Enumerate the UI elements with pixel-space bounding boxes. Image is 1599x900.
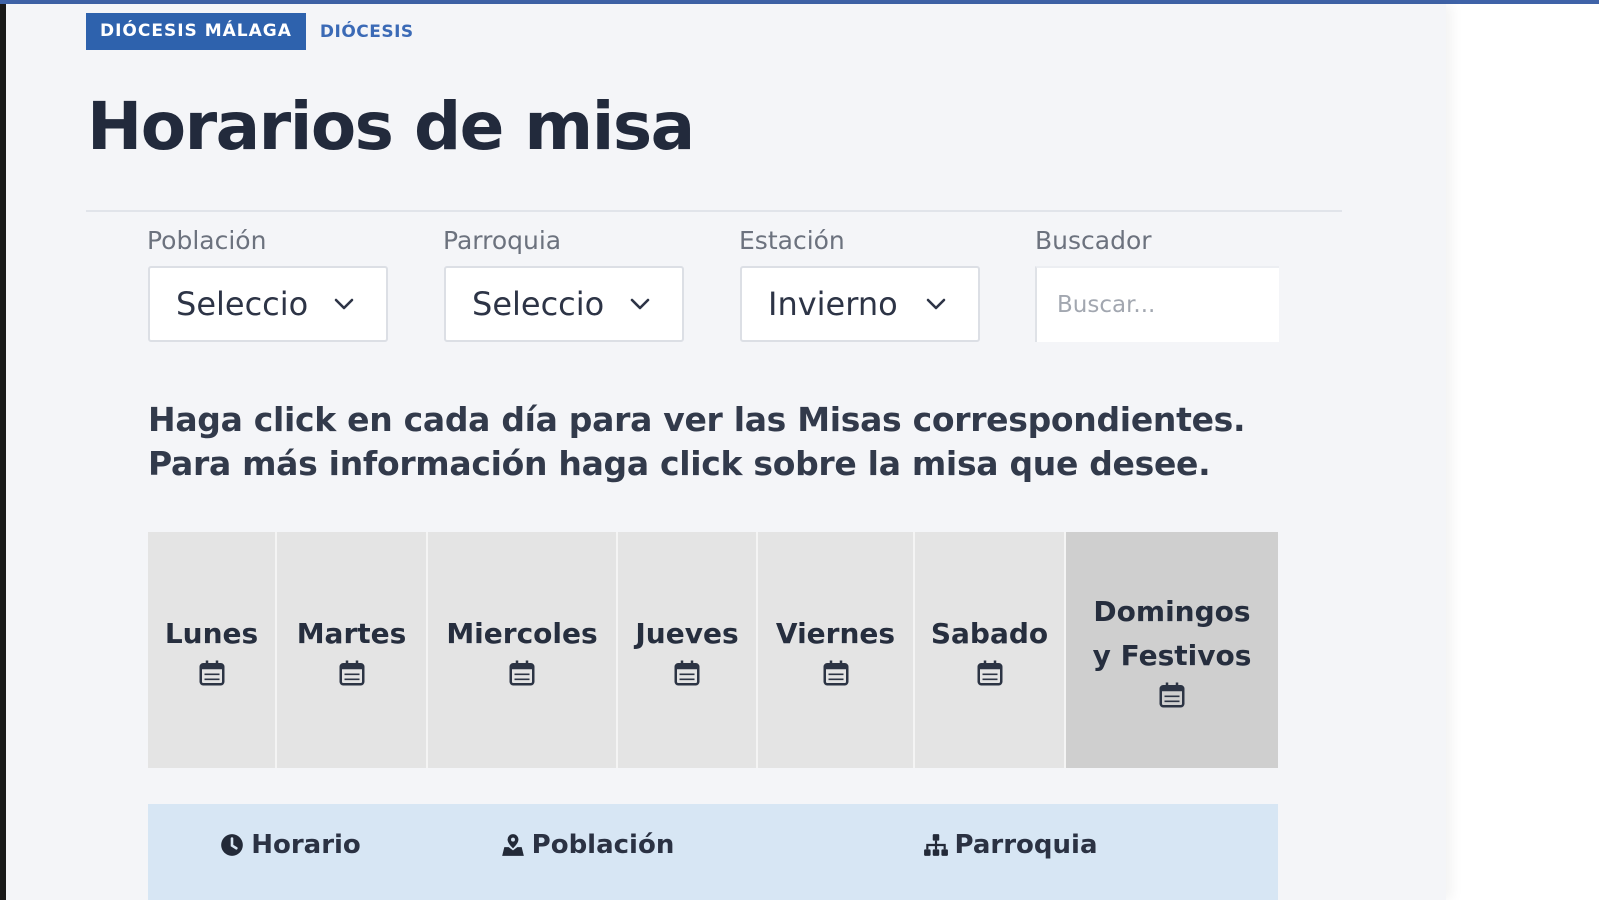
map-icon — [501, 834, 524, 856]
filter-estacion: Estación Invierno — [739, 226, 980, 342]
day-tab-sabado[interactable]: Sabado — [915, 532, 1066, 768]
day-label: Jueves — [635, 617, 739, 650]
calendar-icon — [509, 660, 535, 686]
buscador-label: Buscador — [1035, 226, 1152, 255]
column-label-poblacion: Población — [531, 830, 675, 860]
day-label-line1: Domingos — [1093, 595, 1251, 628]
results-table-header: Horario Población Parroquia — [148, 804, 1278, 900]
day-tab-miercoles[interactable]: Miercoles — [428, 532, 618, 768]
day-label: Martes — [296, 617, 407, 650]
day-tab-lunes[interactable]: Lunes — [148, 532, 277, 768]
page-title: Horarios de misa — [87, 88, 695, 165]
day-label: Sabado — [930, 617, 1049, 650]
breadcrumb-diocesis-malaga[interactable]: DIÓCESIS MÁLAGA — [86, 13, 306, 50]
day-label: Viernes — [775, 617, 896, 650]
estacion-select-value: Invierno — [768, 285, 898, 323]
sitemap-icon — [923, 834, 948, 856]
day-tab-domingos-festivos[interactable]: Domingos y Festivos — [1066, 532, 1278, 768]
days-table: Lunes Martes Miercoles Jueves Viernes Sa… — [148, 532, 1278, 768]
chevron-down-icon — [334, 298, 354, 310]
clock-icon — [221, 834, 244, 856]
column-label-horario: Horario — [251, 830, 361, 860]
search-input[interactable] — [1035, 266, 1279, 342]
estacion-select[interactable]: Invierno — [740, 266, 980, 342]
day-tab-martes[interactable]: Martes — [277, 532, 428, 768]
day-label: Miercoles — [446, 617, 598, 650]
calendar-icon — [674, 660, 700, 686]
day-tab-jueves[interactable]: Jueves — [618, 532, 758, 768]
calendar-icon — [199, 660, 224, 686]
title-divider — [86, 210, 1342, 212]
parroquia-select[interactable]: Seleccio — [444, 266, 684, 342]
filter-poblacion: Población Seleccio — [147, 226, 388, 342]
calendar-icon — [1159, 682, 1185, 708]
day-tab-viernes[interactable]: Viernes — [758, 532, 915, 768]
column-header-poblacion[interactable]: Población — [432, 804, 742, 886]
breadcrumb: DIÓCESIS MÁLAGA DIÓCESIS — [86, 13, 414, 50]
poblacion-select-value: Seleccio — [176, 285, 309, 323]
estacion-label: Estación — [739, 226, 845, 255]
day-label-line2: y Festivos — [1092, 639, 1252, 672]
filter-buscador: Buscador — [1035, 226, 1279, 342]
breadcrumb-diocesis[interactable]: DIÓCESIS — [320, 22, 414, 42]
calendar-icon — [339, 660, 364, 686]
poblacion-label: Población — [147, 226, 267, 255]
instructions-text: Haga click en cada día para ver las Misa… — [148, 400, 1246, 483]
chevron-down-icon — [926, 298, 946, 310]
column-label-parroquia: Parroquia — [954, 830, 1098, 860]
parroquia-label: Parroquia — [443, 226, 562, 255]
parroquia-select-value: Seleccio — [472, 285, 605, 323]
poblacion-select[interactable]: Seleccio — [148, 266, 388, 342]
calendar-icon — [977, 660, 1002, 686]
chevron-down-icon — [630, 298, 650, 310]
column-header-horario[interactable]: Horario — [148, 804, 432, 886]
filter-parroquia: Parroquia Seleccio — [443, 226, 684, 342]
calendar-icon — [823, 660, 848, 686]
column-header-parroquia[interactable]: Parroquia — [742, 804, 1278, 886]
day-label: Lunes — [164, 617, 259, 650]
